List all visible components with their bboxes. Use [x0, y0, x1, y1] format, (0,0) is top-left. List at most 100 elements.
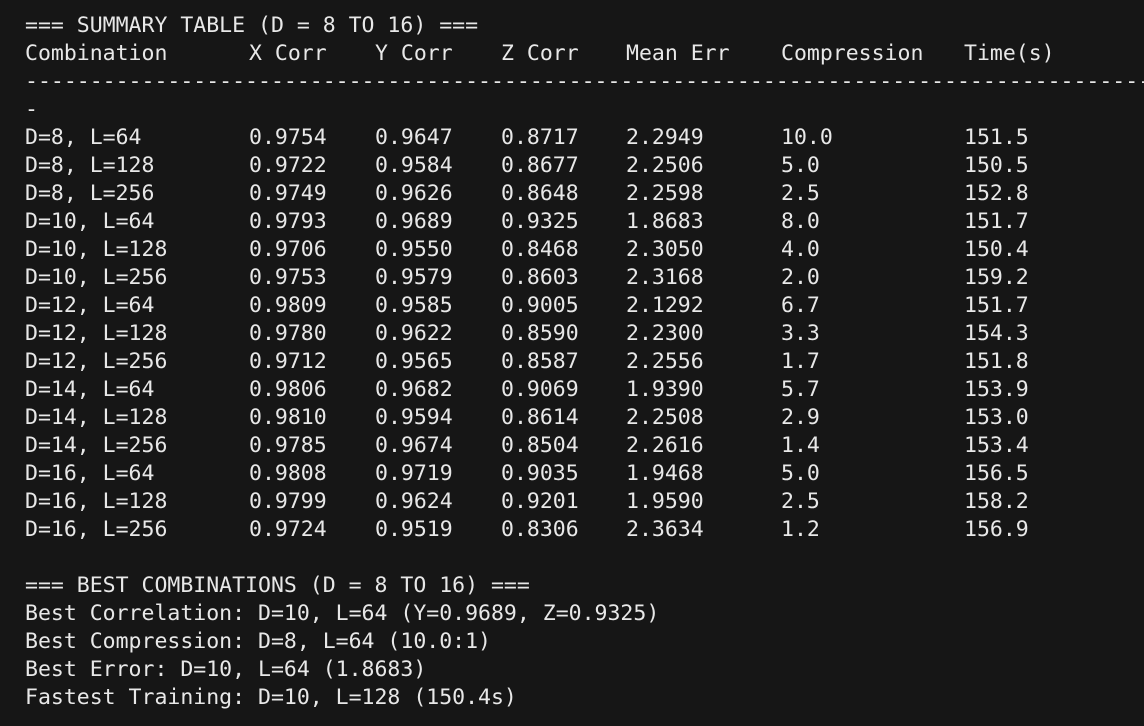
cell-combination: D=14, L=128	[25, 405, 168, 430]
header-combination: Combination	[25, 41, 168, 66]
fastest-training-line: Fastest Training: D=10, L=128 (150.4s)	[25, 685, 517, 710]
table-row: D=14, L=64 0.9806 0.9682 0.9069 1.9390 5.7 153…	[25, 376, 1144, 404]
terminal-output[interactable]: === SUMMARY TABLE (D = 8 TO 16) === Comb…	[0, 0, 1144, 726]
cell-compression: 1.7	[781, 349, 820, 374]
cell-time: 153.0	[964, 405, 1029, 430]
table-row: D=8, L=64 0.9754 0.9647 0.8717 2.2949 10.0 151…	[25, 124, 1144, 152]
cell-y-corr: 0.9579	[375, 265, 453, 290]
table-row: D=16, L=128 0.9799 0.9624 0.9201 1.9590 2.5 15…	[25, 488, 1144, 516]
cell-z-corr: 0.8677	[501, 153, 579, 178]
cell-combination: D=12, L=256	[25, 349, 168, 374]
cell-x-corr: 0.9724	[249, 517, 327, 542]
cell-y-corr: 0.9719	[375, 461, 453, 486]
cell-z-corr: 0.9035	[501, 461, 579, 486]
cell-time: 156.5	[964, 461, 1029, 486]
table-row: D=14, L=128 0.9810 0.9594 0.8614 2.2508 2.9 15…	[25, 404, 1144, 432]
cell-combination: D=8, L=128	[25, 153, 155, 178]
cell-x-corr: 0.9749	[249, 181, 327, 206]
cell-time: 153.4	[964, 433, 1029, 458]
cell-mean-err: 2.3050	[626, 237, 704, 262]
cell-y-corr: 0.9682	[375, 377, 453, 402]
cell-z-corr: 0.8587	[501, 349, 579, 374]
cell-x-corr: 0.9712	[249, 349, 327, 374]
table-row: D=10, L=128 0.9706 0.9550 0.8468 2.3050 4.0 15…	[25, 236, 1144, 264]
cell-compression: 4.0	[781, 237, 820, 262]
cell-z-corr: 0.9005	[501, 293, 579, 318]
cell-combination: D=14, L=256	[25, 433, 168, 458]
cell-combination: D=8, L=64	[25, 125, 142, 150]
table-divider: ----------------------------------------…	[25, 69, 1144, 94]
header-compression: Compression	[781, 41, 924, 66]
cell-mean-err: 2.2949	[626, 125, 704, 150]
cell-y-corr: 0.9674	[375, 433, 453, 458]
cell-z-corr: 0.8614	[501, 405, 579, 430]
cell-compression: 1.4	[781, 433, 820, 458]
cell-compression: 1.2	[781, 517, 820, 542]
cell-compression: 5.7	[781, 377, 820, 402]
header-y-corr: Y Corr	[375, 41, 453, 66]
cell-compression: 6.7	[781, 293, 820, 318]
cell-x-corr: 0.9799	[249, 489, 327, 514]
cell-compression: 2.5	[781, 181, 820, 206]
cell-z-corr: 0.8306	[501, 517, 579, 542]
cell-time: 151.8	[964, 349, 1029, 374]
cell-combination: D=14, L=64	[25, 377, 155, 402]
cell-mean-err: 2.2598	[626, 181, 704, 206]
table-row: D=10, L=64 0.9793 0.9689 0.9325 1.8683 8.0 151…	[25, 208, 1144, 236]
cell-time: 151.7	[964, 293, 1029, 318]
cell-x-corr: 0.9806	[249, 377, 327, 402]
cell-y-corr: 0.9626	[375, 181, 453, 206]
cell-time: 156.9	[964, 517, 1029, 542]
header-z-corr: Z Corr	[501, 41, 579, 66]
cell-x-corr: 0.9722	[249, 153, 327, 178]
table-row: D=16, L=64 0.9808 0.9719 0.9035 1.9468 5.0 156…	[25, 460, 1144, 488]
cell-compression: 8.0	[781, 209, 820, 234]
cell-y-corr: 0.9689	[375, 209, 453, 234]
cell-compression: 5.0	[781, 461, 820, 486]
cell-time: 158.2	[964, 489, 1029, 514]
table-header-row: Combination X Corr Y Corr Z Corr Mean Er…	[25, 40, 1144, 68]
cell-z-corr: 0.9069	[501, 377, 579, 402]
best-correlation-line: Best Correlation: D=10, L=64 (Y=0.9689, …	[25, 601, 660, 626]
cell-x-corr: 0.9808	[249, 461, 327, 486]
cell-y-corr: 0.9584	[375, 153, 453, 178]
cell-y-corr: 0.9624	[375, 489, 453, 514]
cell-time: 150.5	[964, 153, 1029, 178]
header-mean-err: Mean Err	[626, 41, 730, 66]
cell-mean-err: 1.9390	[626, 377, 704, 402]
best-title: === BEST COMBINATIONS (D = 8 TO 16) ===	[25, 573, 530, 598]
cell-y-corr: 0.9647	[375, 125, 453, 150]
cell-y-corr: 0.9550	[375, 237, 453, 262]
table-row: D=14, L=256 0.9785 0.9674 0.8504 2.2616 1.4 15…	[25, 432, 1144, 460]
table-body: D=8, L=64 0.9754 0.9647 0.8717 2.2949 10.0 151…	[25, 124, 1144, 544]
cell-compression: 5.0	[781, 153, 820, 178]
cell-y-corr: 0.9594	[375, 405, 453, 430]
cell-combination: D=16, L=64	[25, 461, 155, 486]
best-error-line: Best Error: D=10, L=64 (1.8683)	[25, 657, 427, 682]
cell-time: 151.5	[964, 125, 1029, 150]
best-compression-line: Best Compression: D=8, L=64 (10.0:1)	[25, 629, 491, 654]
table-row: D=10, L=256 0.9753 0.9579 0.8603 2.3168 2.0 15…	[25, 264, 1144, 292]
table-row: D=12, L=128 0.9780 0.9622 0.8590 2.2300 3.3 15…	[25, 320, 1144, 348]
cell-mean-err: 2.1292	[626, 293, 704, 318]
header-time: Time(s)	[964, 41, 1055, 66]
cell-y-corr: 0.9585	[375, 293, 453, 318]
cell-x-corr: 0.9753	[249, 265, 327, 290]
cell-mean-err: 2.2508	[626, 405, 704, 430]
cell-z-corr: 0.9325	[501, 209, 579, 234]
cell-combination: D=10, L=64	[25, 209, 155, 234]
table-row: D=12, L=64 0.9809 0.9585 0.9005 2.1292 6.7 151…	[25, 292, 1144, 320]
cell-mean-err: 1.9468	[626, 461, 704, 486]
cell-x-corr: 0.9809	[249, 293, 327, 318]
table-row: D=12, L=256 0.9712 0.9565 0.8587 2.2556 1.7 15…	[25, 348, 1144, 376]
cell-combination: D=10, L=256	[25, 265, 168, 290]
cell-compression: 10.0	[781, 125, 833, 150]
cell-mean-err: 1.8683	[626, 209, 704, 234]
cell-x-corr: 0.9780	[249, 321, 327, 346]
cell-z-corr: 0.8504	[501, 433, 579, 458]
cell-mean-err: 2.2300	[626, 321, 704, 346]
cell-combination: D=12, L=64	[25, 293, 155, 318]
cell-z-corr: 0.8648	[501, 181, 579, 206]
cell-mean-err: 2.2616	[626, 433, 704, 458]
cell-mean-err: 2.2506	[626, 153, 704, 178]
